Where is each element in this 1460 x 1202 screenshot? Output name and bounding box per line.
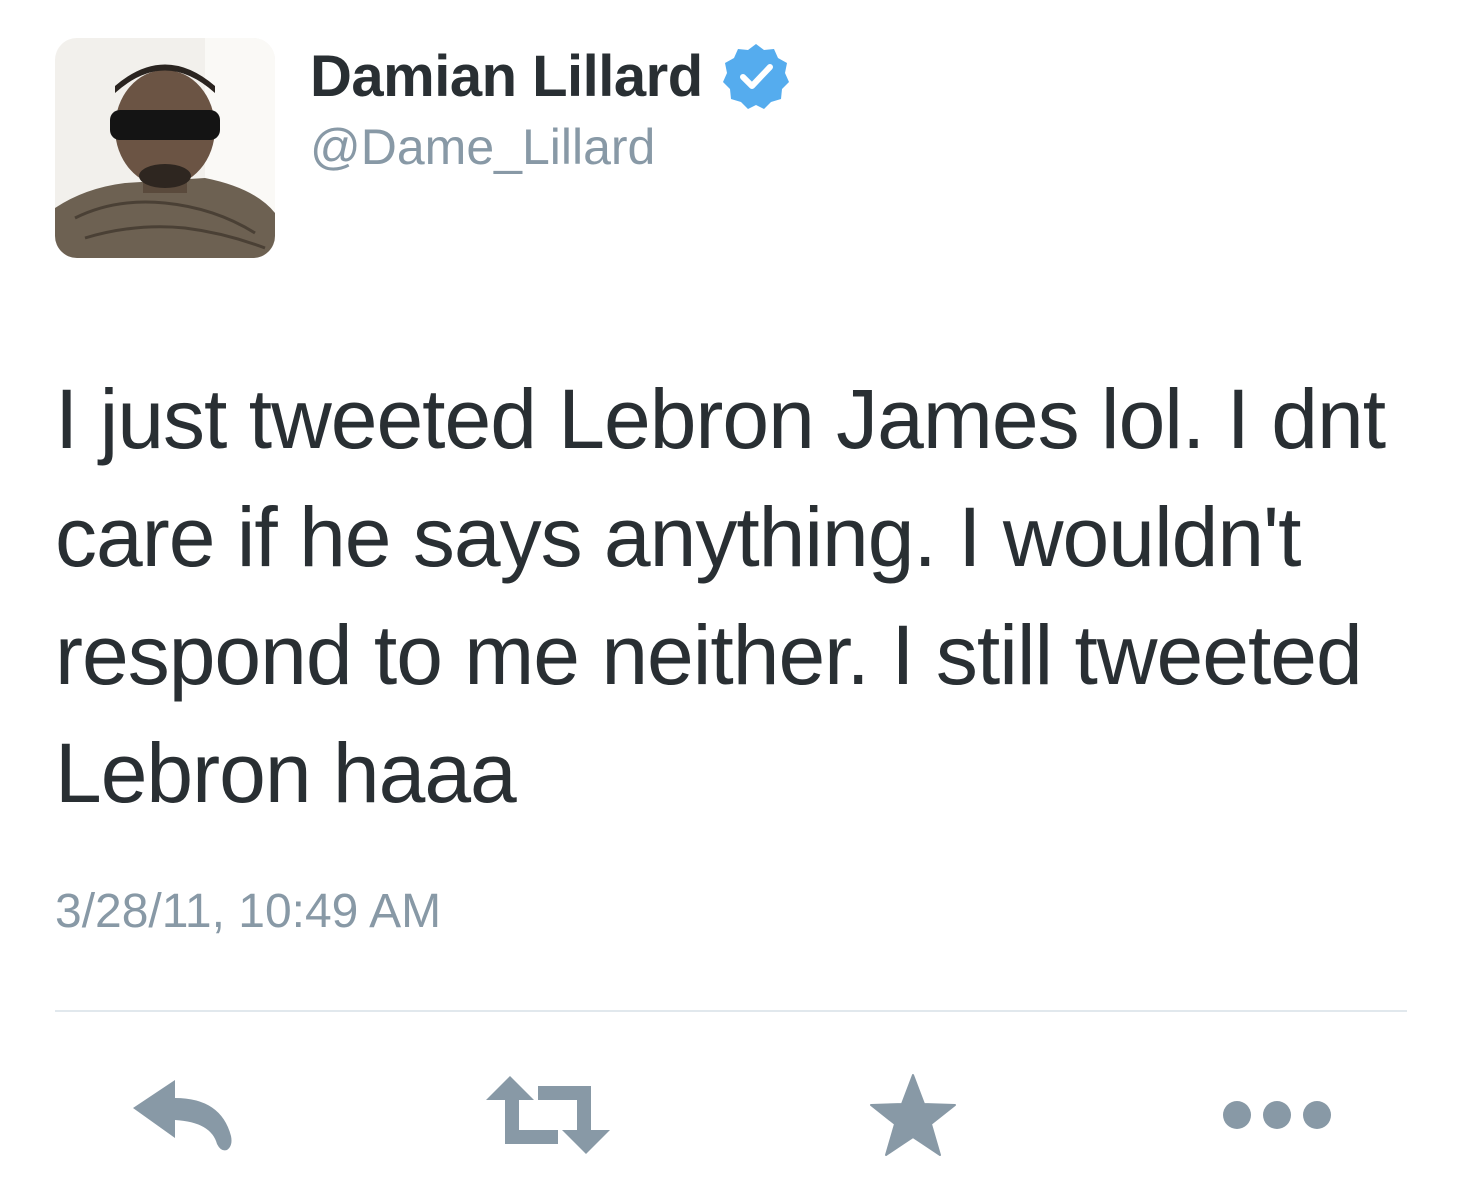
retweet-icon [486,1076,610,1154]
star-icon [870,1074,956,1156]
reply-button[interactable] [118,1060,248,1170]
tweet-actions-bar [0,1060,1460,1170]
more-dots-icon [1223,1101,1331,1129]
username-handle[interactable]: @Dame_Lillard [310,118,655,176]
avatar[interactable] [55,38,275,258]
author-name-row[interactable]: Damian Lillard [310,40,791,112]
avatar-photo [55,38,275,258]
tweet-card: Damian Lillard @Dame_Lillard I just twee… [0,0,1460,1202]
favorite-button[interactable] [858,1060,968,1170]
retweet-button[interactable] [478,1060,618,1170]
display-name[interactable]: Damian Lillard [310,43,703,110]
tweet-timestamp: 3/28/11, 10:49 AM [55,885,442,938]
divider [55,1010,1407,1012]
more-options-button[interactable] [1212,1060,1342,1170]
reply-icon [133,1080,232,1151]
verified-badge-icon [721,41,791,111]
tweet-text: I just tweeted Lebron James lol. I dnt c… [55,372,1386,820]
